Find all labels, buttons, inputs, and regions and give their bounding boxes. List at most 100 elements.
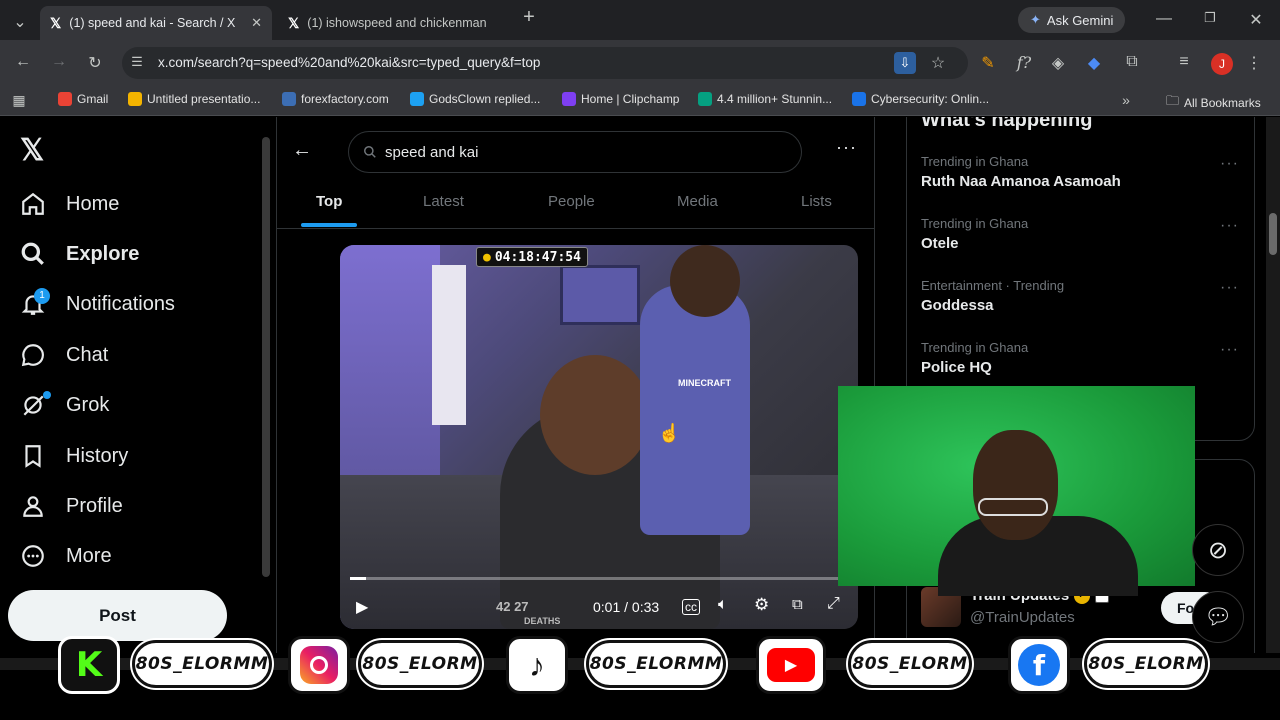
twitter-icon xyxy=(410,92,424,106)
nav-chat[interactable]: Chat xyxy=(20,342,108,368)
trend-item[interactable]: Trending in Ghana Ruth Naa Amanoa Asamoa… xyxy=(921,154,1241,190)
trend-item[interactable]: Trending in Ghana Police HQ xyxy=(921,340,1241,376)
bookmark-clipchamp[interactable]: Home | Clipchamp xyxy=(562,92,679,106)
tiktok-handle: 80S_ELORMM xyxy=(586,640,726,688)
bookmark-cybersecurity[interactable]: Cybersecurity: Onlin... xyxy=(852,92,989,106)
messages-float-icon[interactable]: 💬︎ xyxy=(1192,591,1244,643)
grok-float-icon[interactable]: ⊘ xyxy=(1192,524,1244,576)
new-tab-button[interactable]: + xyxy=(514,6,544,34)
bookmark-slides[interactable]: Untitled presentatio... xyxy=(128,92,260,106)
clipchamp-icon xyxy=(562,92,576,106)
trend-more-icon[interactable]: ··· xyxy=(1220,279,1239,297)
trend-name: Goddessa xyxy=(921,297,994,314)
left-scrollbar[interactable] xyxy=(262,137,270,577)
page-scrollbar-thumb[interactable] xyxy=(1269,213,1277,255)
youtube-bm-icon xyxy=(852,92,866,106)
bookmark-icon xyxy=(25,445,41,468)
x-logo-icon[interactable]: 𝕏 xyxy=(20,133,44,168)
facebook-icon: f xyxy=(1008,636,1070,694)
restore-icon[interactable]: ❐ xyxy=(1198,10,1222,26)
instagram-icon xyxy=(288,636,350,694)
folder-icon: 🗀 xyxy=(1166,93,1180,108)
trend-more-icon[interactable]: ··· xyxy=(1220,341,1239,359)
reload-icon[interactable]: ↻ xyxy=(84,53,106,73)
timer-icon: ● xyxy=(483,249,491,265)
video-person-head xyxy=(540,355,650,475)
trend-more-icon[interactable]: ··· xyxy=(1220,155,1239,173)
bookmark-gmail[interactable]: Gmail xyxy=(58,92,108,106)
site-info-icon[interactable]: ☰ xyxy=(128,54,146,70)
chat-icon xyxy=(21,344,44,367)
nav-label: History xyxy=(66,444,129,467)
back-arrow-icon[interactable]: ← xyxy=(292,139,312,162)
media-control-icon[interactable]: ≡ xyxy=(1174,53,1194,71)
video-hud: 42 27 xyxy=(496,599,529,614)
bookmark-godsclown[interactable]: GodsClown replied... xyxy=(410,92,540,106)
fullscreen-icon[interactable]: ⤢ xyxy=(827,595,840,613)
window-close-icon[interactable]: ✕ xyxy=(1244,10,1268,30)
url-text[interactable]: x.com/search?q=speed%20and%20kai&src=typ… xyxy=(158,55,540,70)
nav-label: Explore xyxy=(66,242,140,265)
video-progress-track[interactable] xyxy=(350,577,848,580)
back-icon[interactable]: ← xyxy=(12,53,34,71)
tab-media[interactable]: Media xyxy=(677,193,718,210)
ask-gemini-button[interactable]: ✦ Ask Gemini xyxy=(1018,7,1126,33)
picture-in-picture-icon[interactable]: ⧉ xyxy=(792,596,803,613)
trend-more-icon[interactable]: ··· xyxy=(1220,217,1239,235)
profile-avatar[interactable]: J xyxy=(1211,53,1233,75)
tab-lists[interactable]: Lists xyxy=(801,193,832,210)
trend-item[interactable]: Trending in Ghana Otele xyxy=(921,216,1241,252)
minimize-icon[interactable]: — xyxy=(1152,10,1176,28)
chrome-menu-icon[interactable]: ⋮ xyxy=(1246,53,1262,73)
all-bookmarks[interactable]: 🗀 All Bookmarks xyxy=(1166,92,1261,114)
tab-top[interactable]: Top xyxy=(316,193,342,210)
nav-label: Home xyxy=(66,192,120,215)
page-scrollbar[interactable] xyxy=(1266,117,1280,653)
tab-latest[interactable]: Latest xyxy=(423,193,464,210)
search-options-icon[interactable]: ··· xyxy=(836,137,857,158)
video-player[interactable]: MINECRAFT ● 04:18:47:54 ▶ 42 27 DEATHS 0… xyxy=(340,245,858,629)
nav-home[interactable]: Home xyxy=(20,191,119,217)
nav-label: More xyxy=(66,544,112,567)
trend-meta: Trending in Ghana xyxy=(921,216,1029,231)
person-icon xyxy=(23,496,43,517)
nav-history[interactable]: History xyxy=(20,443,128,469)
active-tab-indicator xyxy=(301,223,357,227)
extension-fx-icon[interactable]: f? xyxy=(1014,53,1034,72)
nav-label: Chat xyxy=(66,343,109,366)
post-button[interactable]: Post xyxy=(8,590,227,641)
install-app-icon[interactable]: ⇩ xyxy=(894,52,916,74)
tab-search-icon[interactable]: ⌄ xyxy=(8,12,32,32)
tab-active[interactable]: 𝕏 (1) speed and kai - Search / X ✕ xyxy=(40,6,272,40)
nav-profile[interactable]: Profile xyxy=(20,493,123,519)
video-time: 0:01 / 0:33 xyxy=(593,599,660,615)
extensions-puzzle-icon[interactable]: ⧉ xyxy=(1122,53,1142,71)
nav-label: Grok xyxy=(66,393,110,416)
nav-explore[interactable]: Explore xyxy=(20,241,139,267)
nav-more[interactable]: More xyxy=(20,543,112,569)
search-input[interactable]: speed and kai xyxy=(348,131,802,173)
forward-icon[interactable]: → xyxy=(48,53,70,71)
youtube-handle: 80S_ELORM xyxy=(848,640,972,688)
captions-icon[interactable]: cc xyxy=(682,599,700,615)
instagram-handle: 80S_ELORM xyxy=(358,640,482,688)
settings-gear-icon[interactable]: ⚙ xyxy=(754,595,769,615)
extension-pen-icon[interactable]: ✎ xyxy=(978,53,998,73)
bookmark-star-icon[interactable]: ☆ xyxy=(928,53,948,73)
trend-item[interactable]: Entertainment · Trending Goddessa xyxy=(921,278,1241,314)
apps-grid-icon[interactable]: ▦ xyxy=(10,92,28,109)
trend-meta: Trending in Ghana xyxy=(921,154,1029,169)
tab-people[interactable]: People xyxy=(548,193,595,210)
close-tab-icon[interactable]: ✕ xyxy=(251,15,262,31)
youtube-icon: ▶ xyxy=(756,636,826,694)
extension-icon[interactable]: ◈ xyxy=(1048,53,1068,73)
nav-grok[interactable]: Grok xyxy=(20,392,109,418)
tab-inactive[interactable]: 𝕏 (1) ishowspeed and chickenman xyxy=(278,6,510,40)
extension-tag-icon[interactable]: ◆ xyxy=(1084,53,1104,73)
play-icon[interactable]: ▶ xyxy=(356,597,368,617)
video-shirt-text: MINECRAFT xyxy=(678,378,731,388)
volume-icon[interactable]: 🔈︎ xyxy=(718,596,728,614)
bookmark-forexfactory[interactable]: forexfactory.com xyxy=(282,92,389,106)
bookmark-stock[interactable]: 4.4 million+ Stunnin... xyxy=(698,92,832,106)
more-bookmarks-icon[interactable]: » xyxy=(1118,92,1134,108)
